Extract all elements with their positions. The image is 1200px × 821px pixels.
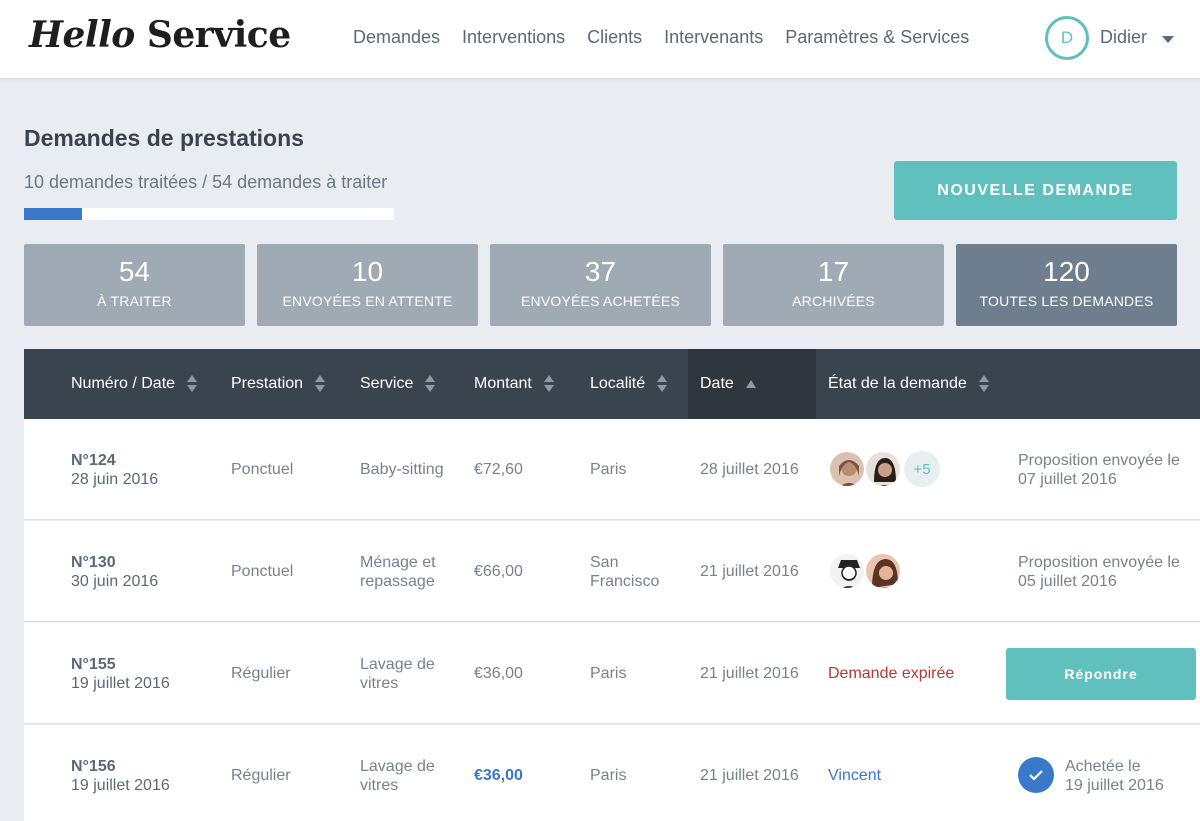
chevron-down-icon[interactable] [1162, 36, 1174, 43]
progress-bar [24, 208, 394, 220]
check-icon [1018, 757, 1054, 793]
column-header-date[interactable]: Date [688, 349, 816, 419]
status-text: Proposition envoyée le 05 juillet 2016 [1018, 554, 1180, 590]
amount: €36,00 [474, 767, 523, 784]
request-number-date: N°124 28 juin 2016 [71, 452, 159, 488]
column-header-prestation[interactable]: Prestation [231, 349, 326, 419]
column-header-numero-date[interactable]: Numéro / Date [71, 349, 198, 419]
stat-envoyees-achetees[interactable]: 37 ENVOYÉES ACHETÉES [490, 244, 711, 326]
column-header-service[interactable]: Service [360, 349, 436, 419]
avatar [864, 552, 902, 590]
logo[interactable]: Hello Service [29, 14, 291, 56]
stat-archivees[interactable]: 17 ARCHIVÉES [723, 244, 944, 326]
more-providers-badge[interactable]: +5 [904, 451, 940, 487]
page-title: Demandes de prestations [24, 125, 304, 151]
date: 21 juillet 2016 [700, 665, 799, 682]
provider-avatars[interactable]: +5 [828, 450, 940, 488]
avatar[interactable]: D [1045, 16, 1089, 60]
table-row[interactable]: N°156 19 juillet 2016 Régulier Lavage de v… [24, 725, 1200, 821]
stat-value: 10 [351, 256, 384, 287]
amount: €36,00 [474, 665, 523, 682]
request-number-date: N°130 30 juin 2016 [71, 554, 159, 590]
sort-icon [187, 374, 198, 394]
stat-label: TOUTES LES DEMANDES [979, 293, 1154, 309]
request-number-date: N°155 19 juillet 2016 [71, 656, 170, 692]
column-header-localite[interactable]: Localité [590, 349, 668, 419]
date: 21 juillet 2016 [700, 563, 799, 580]
location: San Francisco [590, 554, 660, 590]
progress-bar-fill [24, 208, 83, 220]
sort-icon [657, 374, 668, 394]
amount: €72,60 [474, 461, 523, 478]
stat-value: 120 [1043, 256, 1090, 287]
stat-label: ARCHIVÉES [792, 293, 875, 309]
date: 28 juillet 2016 [700, 461, 799, 478]
provider-name-link[interactable]: Vincent [828, 766, 881, 785]
nav-item-interventions[interactable]: Interventions [462, 27, 565, 51]
sort-icon [315, 374, 326, 394]
prestation: Ponctuel [231, 461, 294, 478]
table-row[interactable]: N°155 19 juillet 2016 Régulier Lavage de v… [24, 623, 1200, 724]
stat-envoyees-en-attente[interactable]: 10 ENVOYÉES EN ATTENTE [257, 244, 478, 326]
stat-value: 37 [584, 256, 617, 287]
stat-a-traiter[interactable]: 54 À TRAITER [24, 244, 245, 326]
request-number-date: N°156 19 juillet 2016 [71, 758, 170, 794]
main-nav: Demandes Interventions Clients Intervena… [353, 27, 991, 51]
stat-toutes-les-demandes[interactable]: 120 TOUTES LES DEMANDES [956, 244, 1177, 326]
table-header: Numéro / Date Prestation Service Montant… [24, 349, 1200, 419]
progress-text: 10 demandes traitées / 54 demandes à tra… [24, 172, 388, 192]
stat-value: 17 [817, 256, 850, 287]
column-header-etat[interactable]: État de la demande [828, 349, 989, 419]
stat-label: ENVOYÉES ACHETÉES [520, 293, 680, 309]
location: Paris [590, 461, 627, 478]
location: Paris [590, 767, 627, 784]
service: Ménage et repassage [360, 554, 436, 590]
nav-item-intervenants[interactable]: Intervenants [664, 27, 763, 51]
stat-value: 54 [118, 256, 151, 287]
user-name[interactable]: Didier [1100, 27, 1147, 48]
table-row[interactable]: N°124 28 juin 2016 Ponctuel Baby-sitting … [24, 419, 1200, 520]
stat-label: À TRAITER [97, 293, 172, 309]
prestation: Ponctuel [231, 563, 294, 580]
new-request-button[interactable]: NOUVELLE DEMANDE [894, 161, 1177, 220]
stat-label: ENVOYÉES EN ATTENTE [282, 293, 453, 309]
prestation: Régulier [231, 665, 291, 682]
column-header-montant[interactable]: Montant [474, 349, 554, 419]
avatar [828, 450, 866, 488]
service: Baby-sitting [360, 461, 444, 478]
sort-icon [425, 374, 436, 394]
nav-item-demandes[interactable]: Demandes [353, 27, 440, 51]
sort-ascending-icon [745, 380, 756, 388]
amount: €66,00 [474, 563, 523, 580]
status-text: Proposition envoyée le 07 juillet 2016 [1018, 452, 1180, 488]
avatar [864, 450, 902, 488]
nav-item-parametres-services[interactable]: Paramètres & Services [785, 27, 969, 51]
status-text: Achetée le 19 juillet 2016 [1065, 758, 1164, 794]
service: Lavage de vitres [360, 656, 435, 692]
sort-icon [978, 374, 989, 394]
prestation: Régulier [231, 767, 291, 784]
status-badge: Demande expirée [828, 665, 955, 682]
provider-avatars[interactable] [828, 552, 902, 590]
reply-button[interactable]: Répondre [1006, 648, 1196, 700]
service: Lavage de vitres [360, 758, 435, 794]
date: 21 juillet 2016 [700, 767, 799, 784]
table-row[interactable]: N°130 30 juin 2016 Ponctuel Ménage et repa… [24, 521, 1200, 622]
top-bar: Hello Service Demandes Interventions Cli… [0, 0, 1200, 79]
sort-icon [543, 374, 554, 394]
avatar [828, 552, 866, 590]
location: Paris [590, 665, 627, 682]
nav-item-clients[interactable]: Clients [587, 27, 642, 51]
